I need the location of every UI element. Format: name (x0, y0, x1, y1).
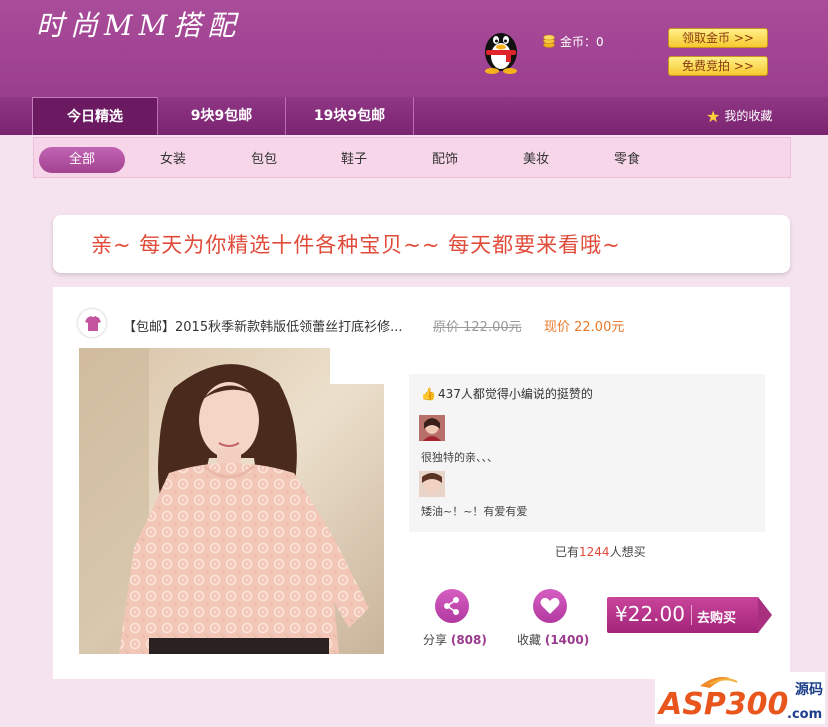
want-suffix: 人想买 (609, 545, 646, 559)
category-womens-clothing[interactable]: 女装 (133, 147, 213, 173)
my-favorites-link[interactable]: ★ 我的收藏 (706, 107, 772, 126)
site-title[interactable]: 时尚MM搭配 (36, 4, 241, 44)
commenter-avatar[interactable] (419, 415, 445, 441)
star-icon: ★ (706, 107, 721, 126)
buy-label: 去购买 (697, 611, 737, 626)
product-category-avatar (77, 308, 107, 338)
image-corner-mask (330, 348, 384, 384)
category-shoes[interactable]: 鞋子 (314, 147, 394, 173)
category-beauty[interactable]: 美妆 (496, 147, 576, 173)
category-bags[interactable]: 包包 (224, 147, 304, 173)
collect-label[interactable]: 收藏 (1400) (517, 631, 589, 648)
buy-arrow-icon[interactable] (758, 597, 772, 633)
coin-balance: 金币：0 (560, 35, 604, 49)
share-icon (444, 597, 459, 615)
category-snacks[interactable]: 零食 (587, 147, 667, 173)
site-header: 时尚MM搭配 金币：0 领取金币 >> 免费竞拍 >> (0, 0, 828, 97)
tab-today-picks[interactable]: 今日精选 (32, 97, 158, 135)
product-image[interactable] (79, 348, 384, 654)
collect-text: 收藏 (517, 633, 542, 647)
likes-summary: 👍 437人都觉得小编说的挺赞的 (421, 385, 593, 402)
watermark-domain: .com (787, 707, 822, 722)
product-title[interactable]: 【包邮】2015秋季新款韩版低领蕾丝打底衫修... (123, 316, 402, 335)
want-prefix: 已有 (555, 545, 580, 559)
qq-penguin-icon[interactable] (480, 26, 522, 74)
comments-panel: 👍 437人都觉得小编说的挺赞的 很独特的亲、、、 矮油~！~！有爱有爱 (409, 374, 765, 532)
watermark-brand: ASP300 (657, 687, 788, 722)
thumbs-up-icon: 👍 (421, 387, 436, 401)
likes-text: 437人都觉得小编说的挺赞的 (437, 387, 593, 401)
coin-icon (543, 34, 555, 48)
want-number: 1244 (579, 545, 610, 559)
shirt-icon (85, 316, 101, 331)
main-nav: 今日精选 9块9包邮 19块9包邮 ★ 我的收藏 (0, 97, 828, 135)
asp300-watermark-logo: ASP300 源码 .com (655, 672, 825, 724)
category-bar: 全部 女装 包包 鞋子 配饰 美妆 零食 (33, 137, 791, 178)
share-label[interactable]: 分享 (808) (423, 631, 487, 648)
comment-text: 矮油~！~！有爱有爱 (421, 505, 528, 518)
free-trial-button[interactable]: 免费竞拍 >> (668, 56, 768, 76)
commenter-avatar[interactable] (419, 471, 445, 497)
banner-text: 亲~ 每天为你精选十件各种宝贝~~ 每天都要来看哦~ (91, 233, 621, 257)
tab-19-9-free-shipping[interactable]: 19块9包邮 (286, 97, 414, 135)
comment-text: 很独特的亲、、、 (421, 451, 498, 464)
heart-icon (540, 597, 560, 614)
category-all[interactable]: 全部 (39, 147, 125, 173)
buy-price: ¥22.00 (615, 602, 685, 626)
claim-coins-button[interactable]: 领取金币 >> (668, 28, 768, 48)
want-to-buy-count: 已有1244人想买 (555, 543, 646, 560)
promo-banner: 亲~ 每天为你精选十件各种宝贝~~ 每天都要来看哦~ (53, 215, 790, 273)
collect-button[interactable] (533, 589, 567, 623)
product-card: 【包邮】2015秋季新款韩版低领蕾丝打底衫修... 原价 122.00元 现价 … (53, 287, 790, 679)
watermark-suffix: 源码 (795, 681, 823, 698)
tab-9-9-free-shipping[interactable]: 9块9包邮 (158, 97, 286, 135)
share-text: 分享 (423, 633, 448, 647)
my-favorites-label: 我的收藏 (724, 109, 773, 123)
buy-button[interactable]: ¥22.00 去购买 (607, 597, 759, 633)
share-button[interactable] (435, 589, 469, 623)
collect-count: (1400) (544, 633, 590, 647)
original-price: 原价 122.00元 (433, 320, 522, 335)
current-price: 现价 22.00元 (544, 320, 625, 335)
category-accessories[interactable]: 配饰 (405, 147, 485, 173)
share-count: (808) (450, 633, 487, 647)
buy-divider (691, 605, 692, 625)
